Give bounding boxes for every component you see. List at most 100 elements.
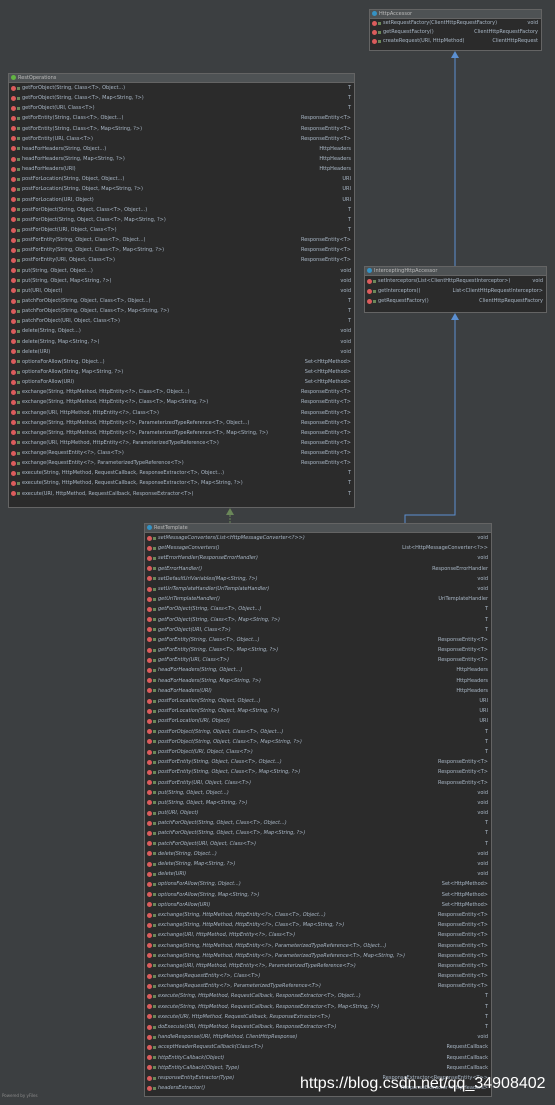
- method-row[interactable]: postForEntity(String, Object, Class<T>, …: [9, 235, 354, 245]
- method-row[interactable]: optionsForAllow(String, Object...) Set<Ht…: [9, 357, 354, 367]
- method-row[interactable]: getForObject(String, Class<T>, Object...…: [9, 83, 354, 93]
- method-row[interactable]: exchange(RequestEntity<?>, Class<T>) Resp…: [145, 971, 491, 981]
- method-row[interactable]: exchange(String, HttpMethod, HttpEntity<…: [9, 387, 354, 397]
- method-row[interactable]: getForObject(URI, Class<T>) T: [9, 103, 354, 113]
- method-row[interactable]: getForEntity(String, Class<T>, Object...…: [9, 113, 354, 123]
- method-row[interactable]: exchange(String, HttpMethod, HttpEntity<…: [9, 418, 354, 428]
- method-row[interactable]: headForHeaders(String, Map<String, ?>) Ht…: [9, 154, 354, 164]
- method-row[interactable]: exchange(URI, HttpMethod, HttpEntity<?>,…: [145, 961, 491, 971]
- method-row[interactable]: execute(String, HttpMethod, RequestCallb…: [9, 468, 354, 478]
- method-row[interactable]: execute(String, HttpMethod, RequestCallb…: [145, 991, 491, 1001]
- method-row[interactable]: delete(URI) void: [9, 347, 354, 357]
- method-row[interactable]: postForEntity(String, Object, Class<T>, …: [145, 767, 491, 777]
- method-row[interactable]: optionsForAllow(String, Map<String, ?>) S…: [9, 367, 354, 377]
- method-row[interactable]: httpEntityCallback(Object, Type) RequestC…: [145, 1063, 491, 1073]
- method-row[interactable]: getForObject(String, Class<T>, Object...…: [145, 604, 491, 614]
- method-row[interactable]: optionsForAllow(String, Map<String, ?>) S…: [145, 890, 491, 900]
- method-row[interactable]: createRequest(URI, HttpMethod) ClientHttp…: [370, 37, 541, 46]
- method-row[interactable]: postForLocation(URI, Object) URI: [145, 716, 491, 726]
- method-row[interactable]: exchange(String, HttpMethod, HttpEntity<…: [9, 397, 354, 407]
- method-row[interactable]: postForObject(URI, Object, Class<T>) T: [145, 747, 491, 757]
- method-row[interactable]: headForHeaders(URI) HttpHeaders: [145, 686, 491, 696]
- class-resttemplate[interactable]: RestTemplate setMessageConverters(List<H…: [144, 523, 492, 1097]
- method-row[interactable]: getForEntity(String, Class<T>, Object...…: [145, 635, 491, 645]
- method-row[interactable]: put(URI, Object) void: [9, 286, 354, 296]
- interface-restoperations[interactable]: RestOperations getForObject(String, Clas…: [8, 73, 355, 508]
- method-row[interactable]: postForLocation(String, Object, Map<Stri…: [145, 706, 491, 716]
- method-row[interactable]: postForLocation(String, Object, Object..…: [145, 696, 491, 706]
- method-row[interactable]: getForEntity(URI, Class<T>) ResponseEntit…: [9, 134, 354, 144]
- method-row[interactable]: put(URI, Object) void: [145, 808, 491, 818]
- method-row[interactable]: exchange(URI, HttpMethod, HttpEntity<?>,…: [145, 930, 491, 940]
- method-row[interactable]: patchForObject(String, Object, Class<T>,…: [145, 818, 491, 828]
- method-row[interactable]: headForHeaders(String, Map<String, ?>) Ht…: [145, 676, 491, 686]
- method-row[interactable]: postForLocation(String, Object, Object..…: [9, 174, 354, 184]
- method-row[interactable]: headForHeaders(URI) HttpHeaders: [9, 164, 354, 174]
- method-row[interactable]: getForObject(String, Class<T>, Map<Strin…: [145, 615, 491, 625]
- method-row[interactable]: exchange(String, HttpMethod, HttpEntity<…: [145, 910, 491, 920]
- method-row[interactable]: headForHeaders(String, Object...) HttpHea…: [9, 144, 354, 154]
- method-row[interactable]: execute(URI, HttpMethod, RequestCallback…: [145, 1012, 491, 1022]
- method-row[interactable]: execute(String, HttpMethod, RequestCallb…: [145, 1002, 491, 1012]
- method-row[interactable]: getRequestFactory() ClientHttpRequestFact…: [370, 28, 541, 37]
- method-row[interactable]: getMessageConverters() List<HttpMessageCo…: [145, 543, 491, 553]
- method-row[interactable]: setDefaultUriVariables(Map<String, ?>) vo…: [145, 574, 491, 584]
- method-row[interactable]: execute(URI, HttpMethod, RequestCallback…: [9, 489, 354, 499]
- method-row[interactable]: exchange(URI, HttpMethod, HttpEntity<?>,…: [9, 438, 354, 448]
- method-row[interactable]: headForHeaders(String, Object...) HttpHea…: [145, 665, 491, 675]
- method-row[interactable]: patchForObject(URI, Object, Class<T>) T: [9, 316, 354, 326]
- method-row[interactable]: getForObject(URI, Class<T>) T: [145, 625, 491, 635]
- method-row[interactable]: postForObject(String, Object, Class<T>, …: [145, 737, 491, 747]
- method-row[interactable]: setRequestFactory(ClientHttpRequestFacto…: [370, 19, 541, 28]
- method-row[interactable]: delete(String, Map<String, ?>) void: [145, 859, 491, 869]
- method-row[interactable]: postForLocation(URI, Object) URI: [9, 195, 354, 205]
- method-row[interactable]: getRequestFactory() ClientHttpRequestFact…: [365, 296, 546, 306]
- method-row[interactable]: exchange(String, HttpMethod, HttpEntity<…: [145, 941, 491, 951]
- method-row[interactable]: handleResponse(URI, HttpMethod, ClientHt…: [145, 1032, 491, 1042]
- method-row[interactable]: exchange(RequestEntity<?>, Parameterized…: [145, 981, 491, 991]
- method-row[interactable]: setMessageConverters(List<HttpMessageCon…: [145, 533, 491, 543]
- class-interceptinghttpaccessor[interactable]: InterceptingHttpAccessor setInterceptors…: [364, 266, 547, 313]
- method-row[interactable]: setUriTemplateHandler(UriTemplateHandler…: [145, 584, 491, 594]
- method-row[interactable]: postForEntity(String, Object, Class<T>, …: [9, 245, 354, 255]
- method-row[interactable]: postForEntity(URI, Object, Class<T>) Resp…: [9, 255, 354, 265]
- method-row[interactable]: optionsForAllow(URI) Set<HttpMethod>: [145, 900, 491, 910]
- method-row[interactable]: setInterceptors(List<ClientHttpRequestIn…: [365, 276, 546, 286]
- class-httpaccessor[interactable]: HttpAccessor setRequestFactory(ClientHtt…: [369, 9, 542, 51]
- method-row[interactable]: postForEntity(URI, Object, Class<T>) Resp…: [145, 778, 491, 788]
- method-row[interactable]: put(String, Object, Map<String, ?>) void: [145, 798, 491, 808]
- method-row[interactable]: setErrorHandler(ResponseErrorHandler) voi…: [145, 553, 491, 563]
- method-row[interactable]: postForObject(String, Object, Class<T>, …: [9, 215, 354, 225]
- method-row[interactable]: exchange(RequestEntity<?>, Class<T>) Resp…: [9, 448, 354, 458]
- method-row[interactable]: doExecute(URI, HttpMethod, RequestCallba…: [145, 1022, 491, 1032]
- method-row[interactable]: httpEntityCallback(Object) RequestCallbac…: [145, 1053, 491, 1063]
- method-row[interactable]: getForEntity(URI, Class<T>) ResponseEntit…: [145, 655, 491, 665]
- method-row[interactable]: postForLocation(String, Object, Map<Stri…: [9, 184, 354, 194]
- method-row[interactable]: patchForObject(URI, Object, Class<T>) T: [145, 839, 491, 849]
- method-row[interactable]: postForEntity(String, Object, Class<T>, …: [145, 757, 491, 767]
- method-row[interactable]: put(String, Object, Object...) void: [145, 788, 491, 798]
- method-row[interactable]: acceptHeaderRequestCallback(Class<T>) Req…: [145, 1042, 491, 1052]
- method-row[interactable]: put(String, Object, Map<String, ?>) void: [9, 276, 354, 286]
- method-row[interactable]: delete(String, Object...) void: [9, 326, 354, 336]
- method-row[interactable]: execute(String, HttpMethod, RequestCallb…: [9, 478, 354, 488]
- method-row[interactable]: put(String, Object, Object...) void: [9, 266, 354, 276]
- method-row[interactable]: postForObject(String, Object, Class<T>, …: [145, 727, 491, 737]
- method-row[interactable]: exchange(RequestEntity<?>, Parameterized…: [9, 458, 354, 468]
- method-row[interactable]: delete(URI) void: [145, 869, 491, 879]
- method-row[interactable]: getForEntity(String, Class<T>, Map<Strin…: [145, 645, 491, 655]
- method-row[interactable]: exchange(String, HttpMethod, HttpEntity<…: [145, 951, 491, 961]
- method-row[interactable]: postForObject(String, Object, Class<T>, …: [9, 205, 354, 215]
- method-row[interactable]: getErrorHandler() ResponseErrorHandler: [145, 564, 491, 574]
- method-row[interactable]: exchange(String, HttpMethod, HttpEntity<…: [145, 920, 491, 930]
- method-row[interactable]: getUriTemplateHandler() UriTemplateHandle…: [145, 594, 491, 604]
- method-row[interactable]: optionsForAllow(String, Object...) Set<Ht…: [145, 879, 491, 889]
- method-row[interactable]: getForEntity(String, Class<T>, Map<Strin…: [9, 124, 354, 134]
- method-row[interactable]: delete(String, Map<String, ?>) void: [9, 337, 354, 347]
- method-row[interactable]: delete(String, Object...) void: [145, 849, 491, 859]
- method-row[interactable]: getForObject(String, Class<T>, Map<Strin…: [9, 93, 354, 103]
- method-row[interactable]: postForObject(URI, Object, Class<T>) T: [9, 225, 354, 235]
- method-row[interactable]: exchange(String, HttpMethod, HttpEntity<…: [9, 428, 354, 438]
- method-row[interactable]: patchForObject(String, Object, Class<T>,…: [145, 828, 491, 838]
- method-row[interactable]: optionsForAllow(URI) Set<HttpMethod>: [9, 377, 354, 387]
